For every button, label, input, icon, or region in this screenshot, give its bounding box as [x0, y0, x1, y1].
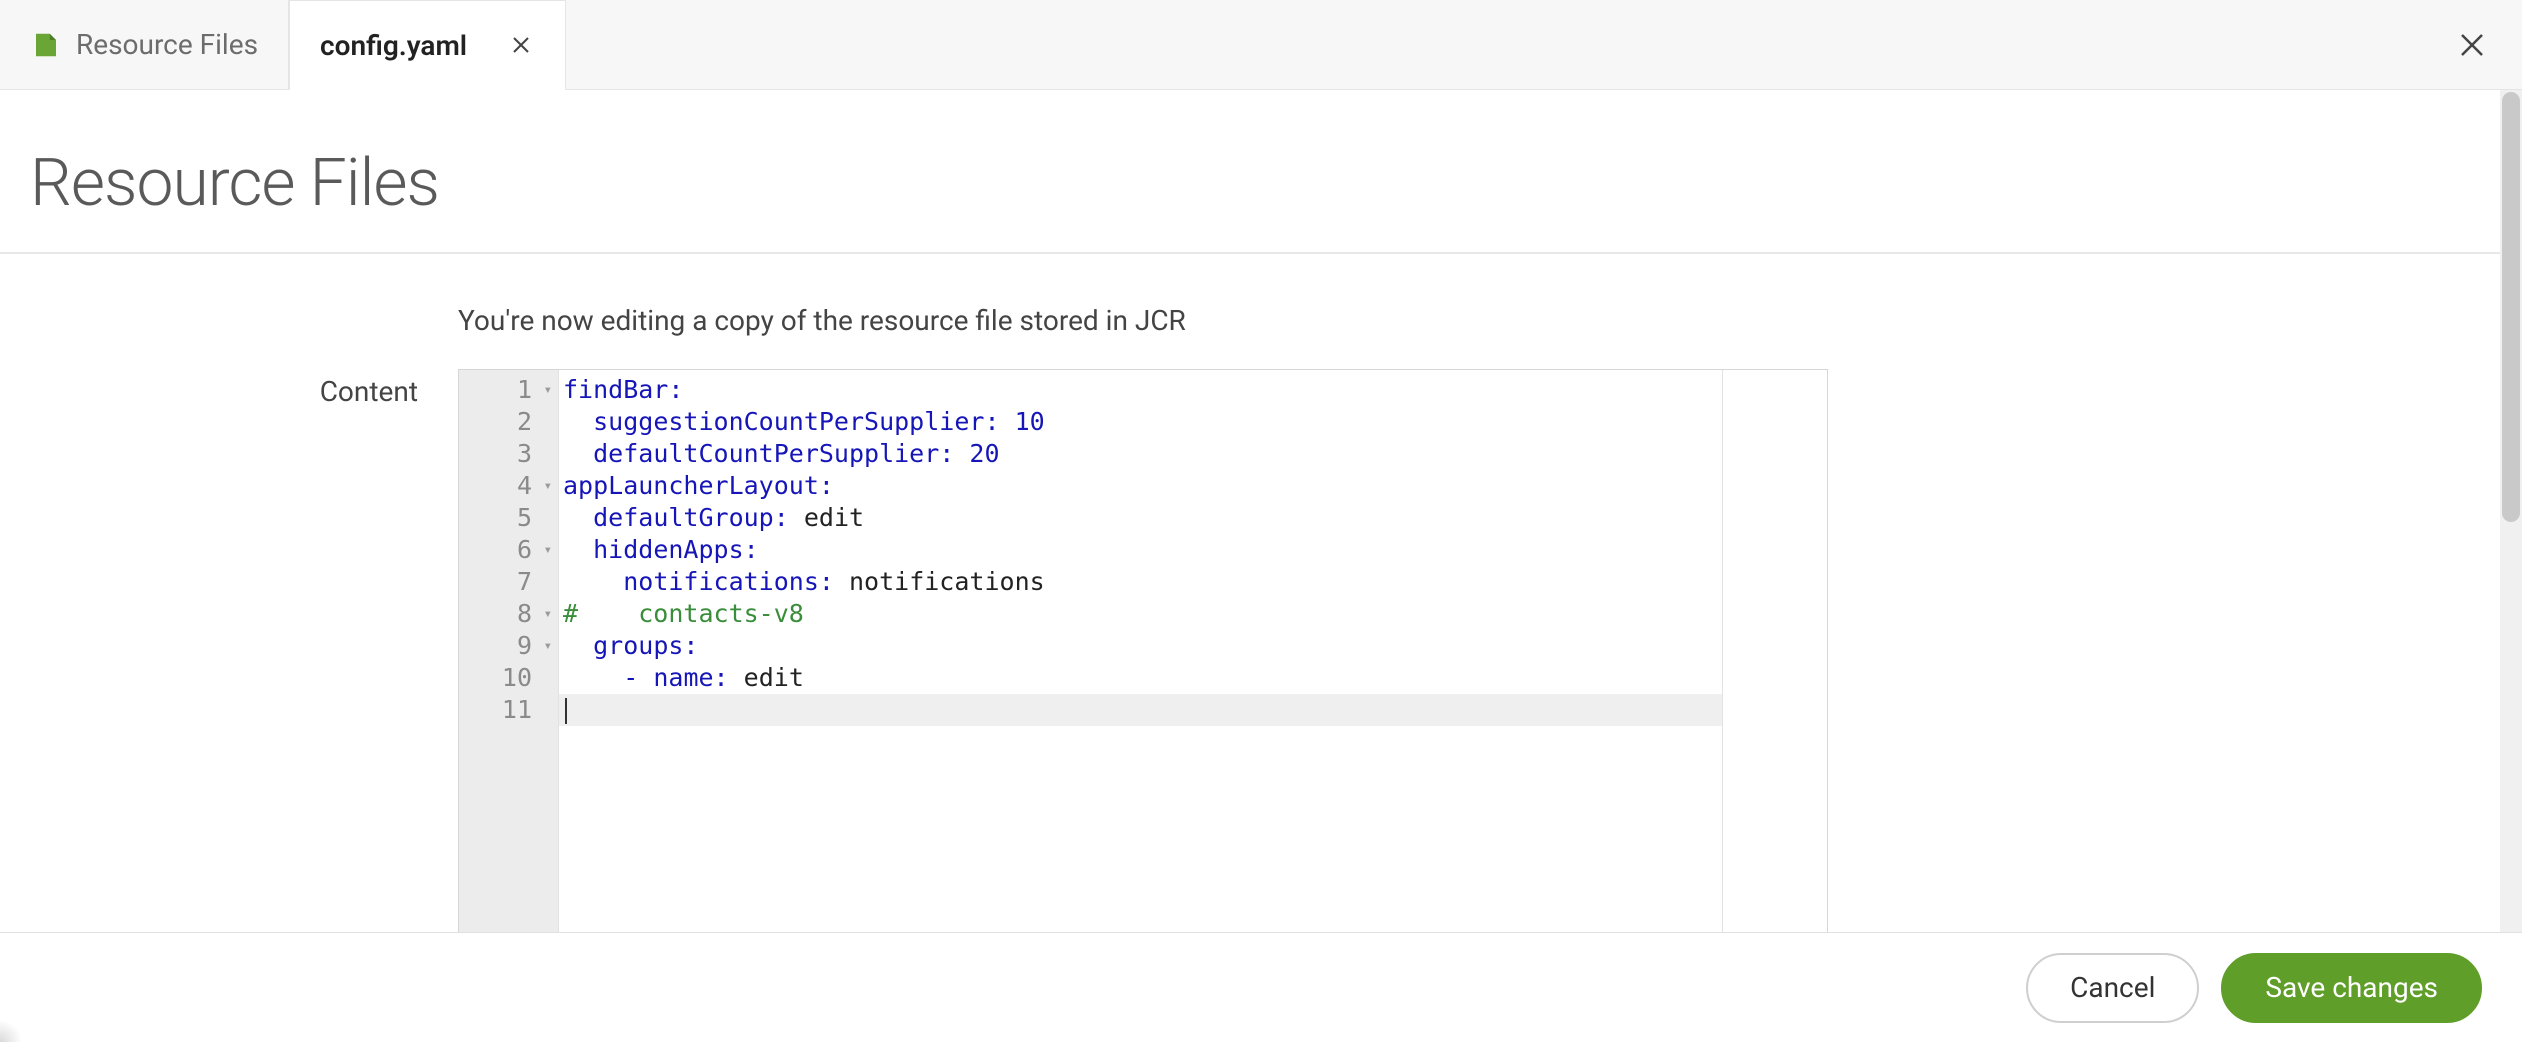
- code-line[interactable]: [559, 694, 1722, 726]
- cancel-button[interactable]: Cancel: [2026, 953, 2199, 1023]
- tab-label: Resource Files: [76, 28, 258, 61]
- fold-marker-icon[interactable]: ▾: [544, 598, 552, 630]
- code-line[interactable]: defaultCountPerSupplier: 20: [559, 438, 1722, 470]
- code-line[interactable]: hiddenApps:: [559, 534, 1722, 566]
- gutter-line: 1▾: [459, 374, 558, 406]
- content-row: Content 1▾234▾56▾78▾9▾1011 findBar: sugg…: [50, 369, 2450, 932]
- fold-marker-icon[interactable]: ▾: [544, 534, 552, 566]
- gutter-line: 2: [459, 406, 558, 438]
- close-panel-icon[interactable]: [2442, 0, 2502, 89]
- gutter-line: 4▾: [459, 470, 558, 502]
- code-line[interactable]: # contacts-v8: [559, 598, 1722, 630]
- editor-right-rail: [1722, 370, 1827, 932]
- fold-marker-icon[interactable]: ▾: [544, 630, 552, 662]
- gutter-line: 10: [459, 662, 558, 694]
- editor-code-area[interactable]: findBar: suggestionCountPerSupplier: 10 …: [559, 370, 1722, 932]
- code-line[interactable]: appLauncherLayout:: [559, 470, 1722, 502]
- scrollbar-thumb[interactable]: [2502, 92, 2520, 522]
- main-area: Resource Files You're now editing a copy…: [0, 90, 2522, 932]
- content-label: Content: [50, 369, 458, 408]
- code-line[interactable]: findBar:: [559, 374, 1722, 406]
- code-line[interactable]: suggestionCountPerSupplier: 10: [559, 406, 1722, 438]
- gutter-line: 11: [459, 694, 558, 726]
- code-line[interactable]: - name: edit: [559, 662, 1722, 694]
- tab-bar: Resource Files config.yaml: [0, 0, 2522, 90]
- gutter-line: 6▾: [459, 534, 558, 566]
- page-title: Resource Files: [30, 145, 2470, 222]
- code-line[interactable]: groups:: [559, 630, 1722, 662]
- info-text: You're now editing a copy of the resourc…: [458, 304, 2450, 337]
- tab-config-yaml[interactable]: config.yaml: [289, 0, 566, 90]
- gutter-line: 9▾: [459, 630, 558, 662]
- gutter-line: 7: [459, 566, 558, 598]
- content-wrapper: You're now editing a copy of the resourc…: [0, 254, 2500, 932]
- editor-gutter: 1▾234▾56▾78▾9▾1011: [459, 370, 559, 932]
- fold-marker-icon[interactable]: ▾: [544, 470, 552, 502]
- editor-cursor: [565, 698, 567, 724]
- gutter-line: 3: [459, 438, 558, 470]
- code-line[interactable]: notifications: notifications: [559, 566, 1722, 598]
- fold-marker-icon[interactable]: ▾: [544, 374, 552, 406]
- footer: Cancel Save changes: [0, 932, 2522, 1042]
- file-icon: [30, 29, 62, 61]
- close-tab-icon[interactable]: [507, 31, 535, 59]
- tab-resource-files[interactable]: Resource Files: [0, 0, 289, 89]
- tab-label: config.yaml: [320, 29, 467, 62]
- page-header: Resource Files: [0, 90, 2500, 254]
- save-button[interactable]: Save changes: [2221, 953, 2482, 1023]
- gutter-line: 5: [459, 502, 558, 534]
- code-editor[interactable]: 1▾234▾56▾78▾9▾1011 findBar: suggestionCo…: [458, 369, 1828, 932]
- gutter-line: 8▾: [459, 598, 558, 630]
- code-line[interactable]: defaultGroup: edit: [559, 502, 1722, 534]
